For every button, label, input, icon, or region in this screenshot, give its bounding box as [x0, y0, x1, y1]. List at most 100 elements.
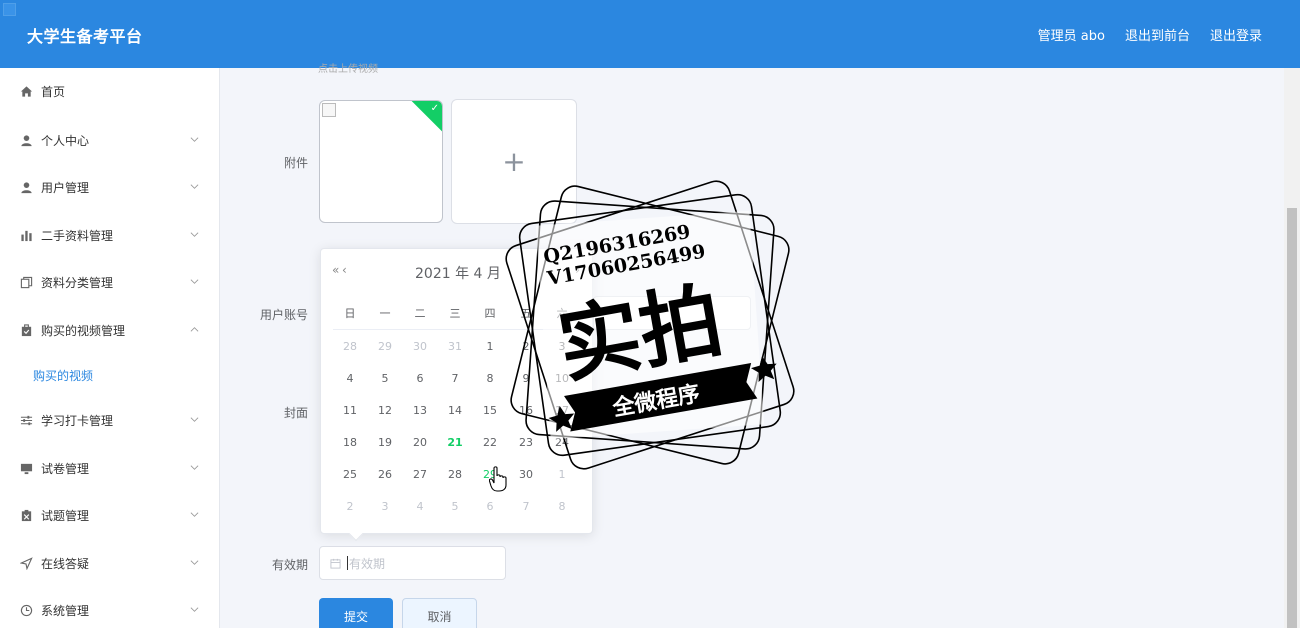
- day-cell[interactable]: 30: [511, 465, 541, 485]
- day-cell[interactable]: 5: [370, 369, 400, 389]
- sidebar-item-exam-paper[interactable]: 试卷管理: [0, 448, 219, 488]
- check-icon: ✓: [430, 103, 439, 114]
- day-cell[interactable]: 13: [405, 401, 435, 421]
- top-header: 大学生备考平台 管理员 abo 退出到前台 退出登录: [0, 0, 1300, 68]
- user-manage-icon: [19, 180, 33, 194]
- day-cell[interactable]: 2: [335, 497, 365, 517]
- day-cell[interactable]: 28: [335, 337, 365, 357]
- weekday-header: 三: [449, 307, 461, 320]
- picker-month-title[interactable]: 2021 年 4 月: [415, 263, 501, 283]
- day-cell[interactable]: 18: [335, 433, 365, 453]
- day-cell[interactable]: 3: [547, 337, 577, 357]
- day-cell[interactable]: 7: [511, 497, 541, 517]
- sidebar-item-home[interactable]: 首页: [0, 71, 219, 111]
- weekday-header: 日: [344, 307, 356, 320]
- sidebar-item-question[interactable]: 试题管理: [0, 495, 219, 535]
- day-cell[interactable]: 2: [511, 337, 541, 357]
- day-cell[interactable]: 1: [547, 465, 577, 485]
- calendar-icon: [330, 558, 341, 569]
- day-cell[interactable]: 19: [370, 433, 400, 453]
- day-cell[interactable]: 1: [475, 337, 505, 357]
- sidebar-item-category[interactable]: 资料分类管理: [0, 262, 219, 302]
- upload-add-button[interactable]: +: [451, 99, 577, 224]
- day-cell[interactable]: 31: [440, 337, 470, 357]
- sliders-icon: [19, 413, 33, 427]
- weekday-header: 一: [379, 307, 391, 320]
- day-cell-today[interactable]: 21: [440, 433, 470, 453]
- send-icon: [19, 556, 33, 570]
- account-input[interactable]: [593, 296, 751, 330]
- sidebar-item-study-checkin[interactable]: 学习打卡管理: [0, 400, 219, 440]
- day-cell[interactable]: 4: [335, 369, 365, 389]
- chevron-down-icon: [190, 232, 199, 237]
- sidebar-item-users[interactable]: 用户管理: [0, 167, 219, 207]
- hand-cursor-icon: [489, 466, 507, 492]
- window-corner-icon: [3, 3, 16, 16]
- next-month-button[interactable]: ›: [575, 263, 580, 277]
- prev-year-button[interactable]: «: [332, 263, 339, 277]
- date-picker-popup: « ‹ 2021 年 4 月 › 日一二三四五六 28 29 30 31 1 2 3 4 5 6 7…: [320, 248, 593, 542]
- admin-user-link[interactable]: 管理员 abo: [1038, 25, 1105, 44]
- day-cell[interactable]: 27: [405, 465, 435, 485]
- sidebar-item-label: 在线答疑: [41, 556, 90, 571]
- sidebar-item-label: 试题管理: [41, 508, 90, 523]
- day-cell[interactable]: 6: [405, 369, 435, 389]
- sidebar-subitem-purchased-video[interactable]: 购买的视频: [0, 355, 219, 395]
- day-cell[interactable]: 20: [405, 433, 435, 453]
- sidebar-item-label: 用户管理: [41, 180, 90, 195]
- validity-date-input[interactable]: 有效期: [319, 546, 506, 580]
- sidebar-item-qa[interactable]: 在线答疑: [0, 543, 219, 583]
- sidebar-item-label: 系统管理: [41, 603, 90, 618]
- day-cell[interactable]: 14: [440, 401, 470, 421]
- day-cell[interactable]: 15: [475, 401, 505, 421]
- day-cell[interactable]: 8: [475, 369, 505, 389]
- day-cell[interactable]: 10: [547, 369, 577, 389]
- chevron-down-icon: [190, 607, 199, 612]
- app-title: 大学生备考平台: [27, 27, 143, 46]
- uploaded-file-thumb[interactable]: ✓: [319, 100, 443, 223]
- day-cell[interactable]: 22: [475, 433, 505, 453]
- sidebar-item-secondhand[interactable]: 二手资料管理: [0, 215, 219, 255]
- validity-placeholder: 有效期: [349, 556, 386, 571]
- day-cell[interactable]: 24: [547, 433, 577, 453]
- prev-month-button[interactable]: ‹: [342, 263, 347, 277]
- day-cell[interactable]: 7: [440, 369, 470, 389]
- day-cell[interactable]: 9: [511, 369, 541, 389]
- sidebar-item-personal[interactable]: 个人中心: [0, 120, 219, 160]
- day-cell[interactable]: 3: [370, 497, 400, 517]
- day-cell[interactable]: 25: [335, 465, 365, 485]
- sidebar-item-purchased-video-manage[interactable]: 购买的视频管理: [0, 310, 219, 350]
- logout-link[interactable]: 退出登录: [1210, 25, 1262, 44]
- day-cell[interactable]: 16: [511, 401, 541, 421]
- broken-image-icon: [322, 103, 336, 117]
- day-cell[interactable]: 28: [440, 465, 470, 485]
- monitor-icon: [19, 461, 33, 475]
- sidebar-item-label: 二手资料管理: [41, 228, 114, 243]
- day-cell[interactable]: 29: [370, 337, 400, 357]
- attachment-label: 附件: [283, 156, 308, 170]
- back-to-frontend-link[interactable]: 退出到前台: [1125, 25, 1190, 44]
- weekday-header: 六: [556, 307, 568, 320]
- chevron-down-icon: [190, 417, 199, 422]
- sidebar-item-system[interactable]: 系统管理: [0, 590, 219, 628]
- day-cell[interactable]: 5: [440, 497, 470, 517]
- sidebar: 首页 个人中心 用户管理 二手资料管理 资料分类管理 购买的视频管理 购买的视频…: [0, 68, 220, 628]
- clipboard-icon: [19, 508, 33, 522]
- chevron-down-icon: [190, 465, 199, 470]
- day-cell[interactable]: 8: [547, 497, 577, 517]
- chevron-down-icon: [190, 137, 199, 142]
- day-cell[interactable]: 17: [547, 401, 577, 421]
- day-cell[interactable]: 6: [475, 497, 505, 517]
- sidebar-item-label: 首页: [41, 84, 66, 99]
- day-cell[interactable]: 26: [370, 465, 400, 485]
- day-cell[interactable]: 11: [335, 401, 365, 421]
- scrollbar-thumb[interactable]: [1287, 208, 1297, 628]
- chevron-down-icon: [190, 512, 199, 517]
- submit-button[interactable]: 提交: [319, 598, 393, 628]
- day-cell[interactable]: 30: [405, 337, 435, 357]
- day-cell[interactable]: 12: [370, 401, 400, 421]
- day-cell[interactable]: 4: [405, 497, 435, 517]
- day-cell[interactable]: 23: [511, 433, 541, 453]
- cancel-button[interactable]: 取消: [402, 598, 477, 628]
- sidebar-item-label: 个人中心: [41, 133, 90, 148]
